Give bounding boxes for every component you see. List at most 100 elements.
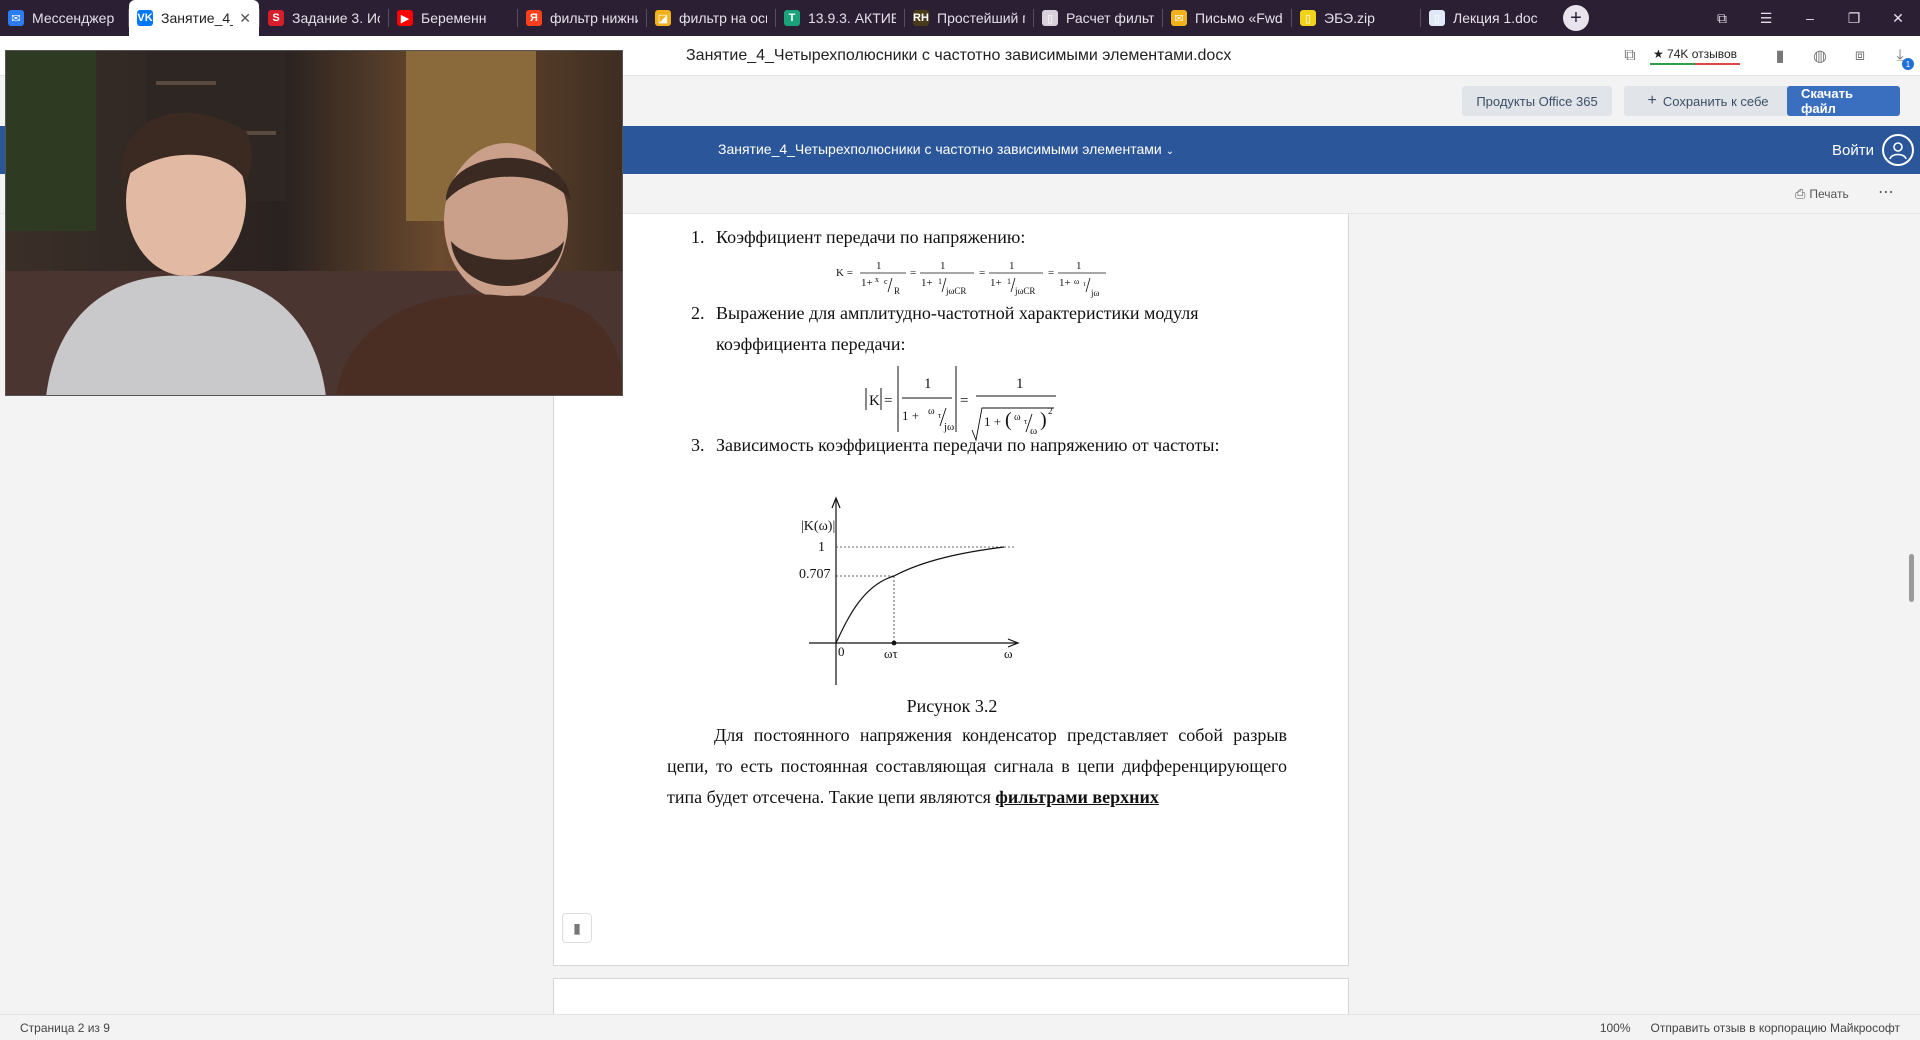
download-icon[interactable]: ⤓ 1 (1880, 36, 1920, 76)
print-button[interactable]: ⎙ Печать (1795, 186, 1849, 202)
paragraph-bold-link[interactable]: фильтрами верхних (995, 787, 1158, 807)
youtube-icon: ▶ (397, 10, 413, 26)
svg-text:1: 1 (938, 277, 942, 286)
tab-label: фильтр на осн (679, 10, 767, 26)
s-logo-icon: S (268, 10, 284, 26)
rh-icon: RH (913, 10, 929, 26)
download-file-button[interactable]: Скачать файл (1787, 86, 1900, 116)
response-curve (835, 546, 1005, 644)
video-overlay[interactable] (5, 50, 623, 396)
tick-one-label: 1 (818, 540, 825, 555)
close-button[interactable]: ✕ (1876, 0, 1920, 36)
svg-text:=: = (960, 393, 968, 409)
svg-text:): ) (1040, 409, 1047, 431)
shelf-board (156, 81, 216, 85)
tab-share-icon[interactable]: ⧉ (1610, 36, 1650, 76)
file-icon: ▯ (1429, 10, 1445, 26)
browser-tab[interactable]: ▯ Лекция 1.doc (1421, 0, 1549, 36)
origin-label: 0 (838, 644, 845, 659)
mail-icon: ✉ (1171, 10, 1187, 26)
browser-tab[interactable]: ✉ Письмо «Fwd: (1163, 0, 1291, 36)
browser-tab[interactable]: ▶ Беременн (389, 0, 517, 36)
svg-text:=: = (884, 393, 892, 409)
tab-label: фильтр нижних (550, 10, 638, 26)
frequency-response-graph: |K(ω)| 1 0.707 0 ωτ ω (799, 496, 1020, 685)
extensions-icon[interactable]: ⧈ (1840, 36, 1880, 76)
print-label: Печать (1809, 187, 1849, 201)
list-item-2-line1: Выражение для амплитудно-частотной харак… (716, 303, 1199, 323)
browser-tab[interactable]: S Задание 3. Исс (260, 0, 388, 36)
list-item-2-line2: коэффициента передачи: (716, 334, 906, 354)
cutoff-point (891, 640, 897, 646)
browser-tab[interactable]: T 13.9.3. АКТИВН (776, 0, 904, 36)
browser-tab[interactable]: ▯ Расчет фильтр (1034, 0, 1162, 36)
next-page (553, 978, 1349, 1014)
document-page: 1. Коэффициент передачи по напряжению: K… (553, 214, 1349, 966)
reviews-badge[interactable]: ★ 74K отзывов (1650, 47, 1740, 65)
bookmark-button[interactable]: ▮ (562, 913, 592, 943)
address-actions: ⧉ ★ 74K отзывов ▮ ◍ ⧈ ⤓ 1 (1610, 36, 1920, 76)
svg-text:1+: 1+ (1059, 277, 1071, 289)
more-options-icon[interactable]: ⋯ (1878, 182, 1895, 202)
svg-text:1+: 1+ (990, 277, 1002, 289)
maximize-button[interactable]: ❐ (1832, 0, 1876, 36)
signin-button[interactable]: Войти (1832, 126, 1920, 174)
svg-text:1: 1 (1016, 376, 1024, 392)
svg-text:(: ( (1005, 409, 1012, 431)
bookmark-icon[interactable]: ▮ (1760, 36, 1800, 76)
new-tab-button[interactable]: + (1563, 5, 1589, 31)
tab-close-icon[interactable]: ✕ (239, 10, 251, 27)
save-copy-button[interactable]: + Сохранить к себе (1624, 86, 1792, 116)
list-item-3-text: Зависимость коэффициента передачи по нап… (716, 435, 1220, 455)
transfer-coefficient-formula: K = 1 1+ x c R = 1 1+ 1 jωCR = 1 1+ 1 jω… (836, 260, 1106, 298)
svg-text:1: 1 (876, 260, 882, 272)
browser-tab[interactable]: RH Простейший п (905, 0, 1033, 36)
chevron-down-icon: ⌄ (1165, 146, 1175, 157)
browser-tab[interactable]: VK Занятие_4_Ч ✕ (129, 0, 259, 36)
yandex-icon: Я (526, 10, 542, 26)
svg-text:1 +: 1 + (984, 414, 1001, 429)
tab-label: Расчет фильтр (1066, 10, 1154, 26)
globe-icon[interactable]: ◍ (1800, 36, 1840, 76)
y-axis-label: |K(ω)| (801, 519, 835, 534)
status-bar: Страница 2 из 9 100% Отправить отзыв в к… (0, 1014, 1920, 1040)
svg-text:1: 1 (924, 376, 932, 392)
collections-icon[interactable]: ⧉ (1700, 0, 1744, 36)
feedback-link[interactable]: Отправить отзыв в корпорацию Майкрософт (1651, 1021, 1900, 1035)
page-title: Занятие_4_Четырехполюсники с частотно за… (686, 47, 1232, 64)
svg-text:jωCR: jωCR (1014, 286, 1035, 296)
svg-text:τ: τ (1024, 417, 1028, 426)
menu-icon[interactable]: ☰ (1744, 0, 1788, 36)
svg-text:ω: ω (928, 406, 935, 417)
printer-icon: ⎙ (1795, 186, 1806, 201)
minimize-button[interactable]: – (1788, 0, 1832, 36)
tick-0707-label: 0.707 (799, 567, 831, 582)
messenger-icon: ✉ (8, 10, 24, 26)
browser-tab[interactable]: Яфильтр нижних (518, 0, 646, 36)
svg-text:1: 1 (940, 260, 946, 272)
body-paragraph: Для постоянного напряжения конденсатор п… (667, 720, 1287, 813)
scrollbar-thumb[interactable] (1909, 554, 1914, 602)
status-right: 100% Отправить отзыв в корпорацию Майкро… (1600, 1021, 1900, 1035)
browser-tab[interactable]: ▯ ЭБЭ.zip (1292, 0, 1420, 36)
doc-icon: ▯ (1042, 10, 1058, 26)
tab-label: Лекция 1.doc (1453, 10, 1538, 26)
browser-tab[interactable]: ◪ фильтр на осн (647, 0, 775, 36)
zoom-level[interactable]: 100% (1600, 1021, 1631, 1035)
tab-label: Мессенджер (32, 10, 115, 26)
svg-text:1: 1 (1007, 277, 1011, 286)
browser-tab[interactable]: ✉ Мессенджер (0, 0, 128, 36)
tab-label: Занятие_4_Ч (161, 10, 233, 26)
office-products-button[interactable]: Продукты Office 365 (1462, 86, 1612, 116)
svg-text:1: 1 (1009, 260, 1015, 272)
tab-label: Письмо «Fwd: (1195, 10, 1283, 26)
t-logo-icon: T (784, 10, 800, 26)
svg-text:K =: K = (836, 267, 853, 279)
svg-text:τ: τ (1083, 280, 1086, 288)
list-item-1-text: Коэффициент передачи по напряжению: (716, 227, 1026, 247)
svg-text:K: K (869, 393, 880, 409)
tab-label: Задание 3. Исс (292, 10, 380, 26)
svg-text:1+: 1+ (921, 277, 933, 289)
list-number-2: 2. (691, 303, 705, 323)
document-title-dropdown[interactable]: Занятие_4_Четырехполюсники с частотно за… (718, 141, 1174, 157)
